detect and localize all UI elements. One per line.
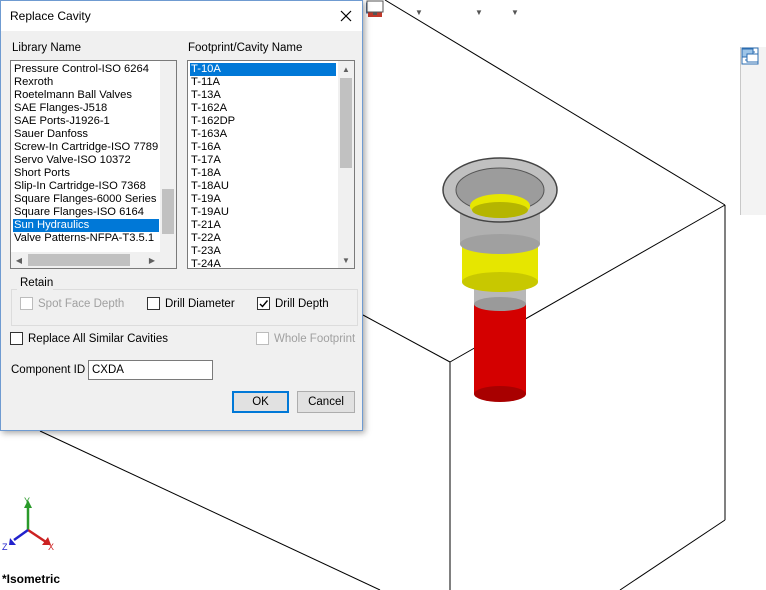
replace-all-label: Replace All Similar Cavities	[28, 332, 168, 345]
ok-button[interactable]: OK	[232, 391, 289, 413]
footprint-vscroll-thumb[interactable]	[340, 78, 352, 168]
view-palette-icon[interactable]	[741, 47, 766, 142]
whole-footprint-label: Whole Footprint	[274, 332, 356, 345]
design-library-icon[interactable]	[742, 48, 766, 94]
spot-face-depth-checkbox[interactable]: Spot Face Depth	[20, 297, 124, 310]
custom-properties-icon[interactable]	[741, 47, 766, 190]
dialog-title: Replace Cavity	[10, 9, 91, 23]
cavity-model	[442, 157, 558, 402]
library-list-item[interactable]: Sauer Danfoss	[13, 128, 159, 141]
footprint-list-item[interactable]: T-19AU	[190, 206, 336, 219]
triad-x-label: X	[48, 542, 54, 552]
coordinate-triad: Y X Z	[2, 496, 54, 552]
forum-icon[interactable]	[741, 48, 766, 214]
triad-z-label: Z	[2, 542, 8, 552]
scroll-left-icon[interactable]: ◀	[11, 252, 27, 268]
library-list-item[interactable]: Square Flanges-ISO 6164	[13, 206, 159, 219]
library-list-item[interactable]: SAE Ports-J1926-1	[13, 115, 159, 128]
footprint-list-item[interactable]: T-16A	[190, 141, 336, 154]
footprint-list-item[interactable]: T-13A	[190, 89, 336, 102]
library-list-item[interactable]: Roetelmann Ball Valves	[13, 89, 159, 102]
library-listbox[interactable]: Pressure Control-ISO 6264 Rexroth Roetelma…	[10, 60, 177, 269]
library-name-label: Library Name	[12, 42, 82, 54]
library-list-item[interactable]: Pressure Control-ISO 6264	[13, 63, 159, 76]
replace-all-checkbox[interactable]: Replace All Similar Cavities	[10, 332, 168, 345]
heads-up-toolbar: ▼ ▼ ▼	[366, 0, 520, 24]
view-orientation-label: *Isometric	[2, 572, 61, 586]
drill-diameter-checkbox[interactable]: Drill Diameter	[147, 297, 235, 310]
cancel-button[interactable]: Cancel	[297, 391, 355, 413]
library-vscroll-thumb[interactable]	[162, 189, 174, 234]
library-vertical-scrollbar[interactable]	[160, 61, 176, 254]
library-horizontal-scrollbar[interactable]: ◀ ▶	[11, 252, 176, 268]
spot-face-depth-box[interactable]	[20, 297, 33, 310]
hide-show-icon[interactable]	[367, 1, 412, 23]
file-explorer-icon[interactable]	[741, 49, 766, 118]
whole-footprint-checkbox[interactable]: Whole Footprint	[256, 332, 355, 345]
appearances-icon[interactable]	[742, 48, 766, 166]
replace-cavity-dialog: Replace Cavity Library Name Footprint/Ca…	[0, 0, 363, 431]
library-hscroll-thumb[interactable]	[28, 254, 130, 266]
library-list-item[interactable]: Rexroth	[13, 76, 159, 89]
footprint-list-item[interactable]: T-19A	[190, 193, 336, 206]
scroll-down-icon[interactable]: ▼	[338, 252, 354, 268]
library-list-item[interactable]: Sun Hydraulics	[13, 219, 159, 232]
footprint-list-item[interactable]: T-18A	[190, 167, 336, 180]
drill-diameter-label: Drill Diameter	[165, 297, 235, 310]
hide-show-dropdown-icon[interactable]: ▼	[414, 1, 424, 23]
footprint-list-item[interactable]: T-23A	[190, 245, 336, 258]
footprint-list-item[interactable]: T-163A	[190, 128, 336, 141]
drill-depth-box[interactable]	[257, 297, 270, 310]
footprint-list-item[interactable]: T-11A	[190, 76, 336, 89]
library-list-item[interactable]: SAE Flanges-J518	[13, 102, 159, 115]
replace-all-box[interactable]	[10, 332, 23, 345]
footprint-name-label: Footprint/Cavity Name	[188, 42, 303, 54]
spot-face-depth-label: Spot Face Depth	[38, 297, 125, 310]
footprint-list-item[interactable]: T-24A	[190, 258, 336, 268]
retain-group-label: Retain	[18, 277, 56, 289]
footprint-list-item[interactable]: T-162A	[190, 102, 336, 115]
drill-depth-label: Drill Depth	[275, 297, 329, 310]
drill-depth-checkbox[interactable]: Drill Depth	[257, 297, 329, 310]
edit-appearance-icon[interactable]	[368, 1, 448, 23]
footprint-list-item[interactable]: T-10A	[190, 63, 336, 76]
library-list-item[interactable]: Servo Valve-ISO 10372	[13, 154, 159, 167]
footprint-listbox[interactable]: T-10A T-11A T-13A T-162A T-162DP T-163A T-16A T…	[187, 60, 355, 269]
footprint-list-item[interactable]: T-17A	[190, 154, 336, 167]
task-pane-tabs	[740, 47, 766, 215]
close-icon[interactable]	[335, 5, 357, 27]
drill-diameter-box[interactable]	[147, 297, 160, 310]
library-list-item[interactable]: Slip-In Cartridge-ISO 7368	[13, 180, 159, 193]
whole-footprint-box[interactable]	[256, 332, 269, 345]
footprint-list-item[interactable]: T-162DP	[190, 115, 336, 128]
library-list-item[interactable]: Square Flanges-6000 Series	[13, 193, 159, 206]
dialog-titlebar[interactable]: Replace Cavity	[1, 1, 362, 31]
view-settings-dropdown-icon[interactable]: ▼	[510, 1, 520, 23]
apply-scene-icon[interactable]	[368, 1, 472, 23]
triad-y-label: Y	[24, 496, 30, 506]
view-settings-icon[interactable]	[366, 0, 508, 23]
component-id-label: Component ID	[11, 364, 86, 376]
apply-scene-dropdown-icon[interactable]: ▼	[474, 1, 484, 23]
footprint-list-item[interactable]: T-22A	[190, 232, 336, 245]
footprint-list-item[interactable]: T-18AU	[190, 180, 336, 193]
footprint-vertical-scrollbar[interactable]: ▲ ▼	[338, 61, 354, 268]
scroll-right-icon[interactable]: ▶	[144, 252, 160, 268]
library-list-item[interactable]: Short Ports	[13, 167, 159, 180]
component-id-field[interactable]: CXDA	[88, 360, 213, 380]
library-list-item[interactable]: Screw-In Cartridge-ISO 7789	[13, 141, 159, 154]
library-list-item[interactable]: Valve Patterns-NFPA-T3.5.1	[13, 232, 159, 245]
checkmark-icon	[259, 300, 269, 308]
footprint-list-item[interactable]: T-21A	[190, 219, 336, 232]
scroll-up-icon[interactable]: ▲	[338, 61, 354, 77]
